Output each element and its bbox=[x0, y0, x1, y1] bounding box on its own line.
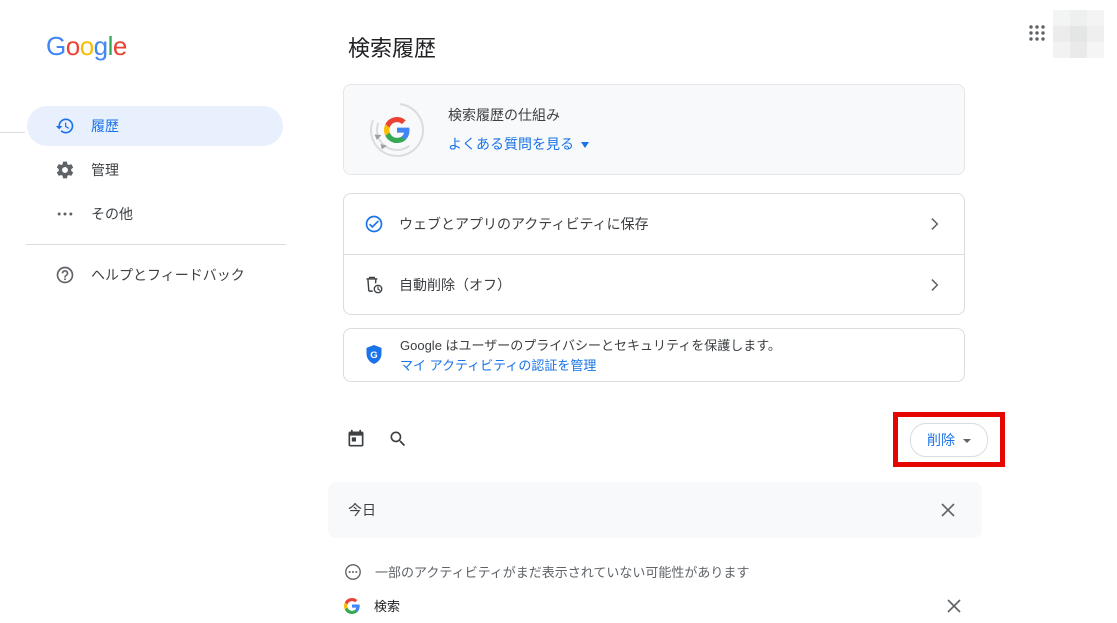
intro-card-title: 検索履歴の仕組み bbox=[448, 105, 589, 125]
dropdown-caret-icon bbox=[581, 142, 589, 148]
sidebar-item-label: 履歴 bbox=[91, 116, 119, 136]
web-app-activity-row[interactable]: ウェブとアプリのアクティビティに保存 bbox=[344, 194, 964, 254]
activity-settings-card: ウェブとアプリのアクティビティに保存 自動削除（オフ） bbox=[343, 193, 965, 315]
page-title: 検索履歴 bbox=[348, 31, 436, 63]
google-my-activity-page: Google 履歴 管理 その他 bbox=[0, 0, 1117, 623]
svg-text:G: G bbox=[370, 350, 377, 361]
auto-delete-icon bbox=[364, 275, 384, 295]
avatar-pixel bbox=[1053, 26, 1070, 42]
avatar[interactable] bbox=[1053, 10, 1104, 58]
privacy-text: Google はユーザーのプライバシーとセキュリティを保護します。 bbox=[400, 337, 781, 355]
sidebar-item-manage[interactable]: 管理 bbox=[27, 150, 283, 190]
avatar-pixel bbox=[1053, 10, 1070, 26]
google-g-icon bbox=[344, 598, 360, 614]
help-icon bbox=[55, 265, 75, 285]
dropdown-caret-icon bbox=[963, 439, 971, 443]
intro-text-block: 検索履歴の仕組み よくある質問を見る bbox=[448, 105, 589, 154]
avatar-pixel bbox=[1053, 42, 1070, 58]
avatar-pixel bbox=[1070, 26, 1087, 42]
pending-ellipsis-icon bbox=[344, 563, 362, 581]
pending-activity-notice: 一部のアクティビティがまだ表示されていない可能性があります bbox=[344, 562, 749, 581]
red-highlight-annotation: 削除 bbox=[893, 412, 1005, 467]
faq-link[interactable]: よくある質問を見る bbox=[448, 134, 589, 154]
shield-g-icon: G bbox=[364, 344, 384, 366]
google-apps-button[interactable] bbox=[1024, 20, 1050, 46]
close-icon[interactable] bbox=[946, 598, 962, 614]
search-button[interactable] bbox=[388, 429, 408, 449]
avatar-pixel bbox=[1087, 10, 1104, 26]
gear-icon bbox=[55, 160, 75, 180]
delete-button-label: 削除 bbox=[927, 430, 955, 450]
sidebar-item-label: 管理 bbox=[91, 160, 119, 180]
sidebar-nav: 履歴 管理 その他 ヘルプとフィード bbox=[0, 106, 290, 299]
calendar-filter-button[interactable] bbox=[346, 429, 366, 449]
notice-text: 一部のアクティビティがまだ表示されていない可能性があります bbox=[375, 562, 749, 581]
avatar-pixel bbox=[1070, 10, 1087, 26]
settings-row-label: ウェブとアプリのアクティビティに保存 bbox=[399, 214, 649, 234]
sidebar-item-label: その他 bbox=[91, 204, 133, 224]
more-horiz-icon bbox=[55, 204, 75, 224]
auto-delete-row[interactable]: 自動削除（オフ） bbox=[344, 254, 964, 315]
activity-item-label: 検索 bbox=[374, 596, 400, 615]
search-history-intro-card: 検索履歴の仕組み よくある質問を見る bbox=[343, 84, 965, 175]
sidebar-divider bbox=[26, 244, 286, 245]
history-icon bbox=[55, 116, 75, 136]
date-header-bar: 今日 bbox=[328, 482, 982, 538]
sidebar-item-history[interactable]: 履歴 bbox=[27, 106, 283, 146]
chevron-right-icon bbox=[924, 275, 944, 295]
avatar-pixel bbox=[1087, 42, 1104, 58]
activity-toolbar bbox=[346, 429, 408, 449]
google-logo[interactable]: Google bbox=[46, 31, 127, 62]
activity-item-row: 検索 bbox=[344, 596, 962, 615]
privacy-card: G Google はユーザーのプライバシーとセキュリティを保護します。 マイ ア… bbox=[343, 328, 965, 382]
delete-button[interactable]: 削除 bbox=[910, 423, 988, 457]
chevron-right-icon bbox=[924, 214, 944, 234]
avatar-pixel bbox=[1087, 26, 1104, 42]
settings-row-label: 自動削除（オフ） bbox=[399, 275, 511, 295]
date-header-label: 今日 bbox=[348, 500, 376, 520]
privacy-text-block: Google はユーザーのプライバシーとセキュリティを保護します。 マイ アクテ… bbox=[400, 337, 781, 374]
sidebar-item-label: ヘルプとフィードバック bbox=[91, 265, 245, 285]
check-circle-icon bbox=[364, 214, 384, 234]
sidebar-item-other[interactable]: その他 bbox=[27, 194, 283, 234]
verification-link[interactable]: マイ アクティビティの認証を管理 bbox=[400, 355, 781, 374]
close-icon[interactable] bbox=[940, 502, 956, 518]
google-g-cycle-icon bbox=[368, 101, 426, 159]
apps-grid-icon bbox=[1028, 24, 1046, 42]
avatar-pixel bbox=[1070, 42, 1087, 58]
sidebar-item-help-feedback[interactable]: ヘルプとフィードバック bbox=[27, 255, 283, 295]
